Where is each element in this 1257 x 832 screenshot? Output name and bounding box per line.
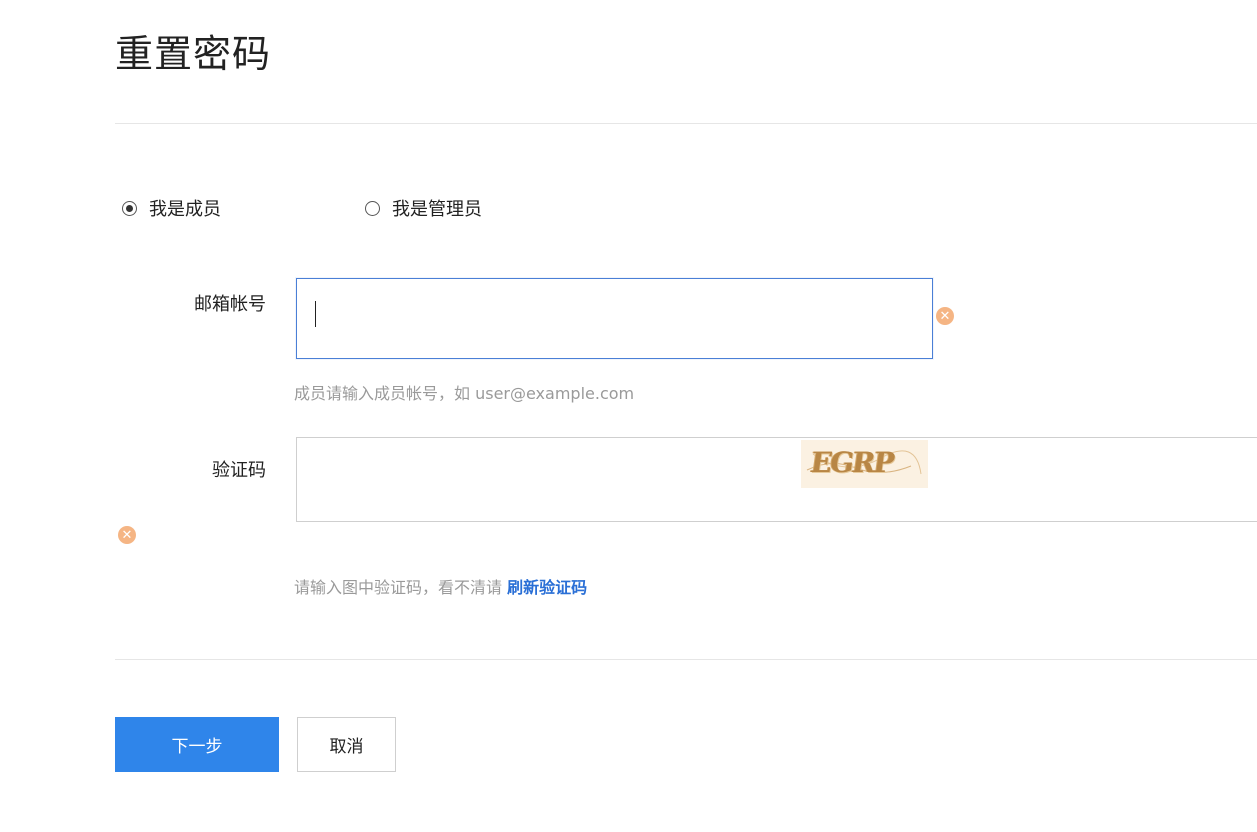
- captcha-hint: 请输入图中验证码，看不清请 刷新验证码: [294, 574, 587, 598]
- email-label: 邮箱帐号: [194, 294, 266, 315]
- page-title: 重置密码: [115, 32, 272, 76]
- email-clear-icon[interactable]: ✕: [936, 307, 954, 325]
- role-admin-radio[interactable]: [365, 200, 380, 216]
- captcha-field[interactable]: [296, 437, 1257, 522]
- role-member-label: 我是成员: [149, 199, 221, 220]
- role-admin-option[interactable]: 我是管理员: [365, 194, 482, 222]
- role-admin-label: 我是管理员: [392, 199, 482, 220]
- actions-divider: [115, 659, 1257, 660]
- captcha-hint-text: 请输入图中验证码，看不清请: [294, 578, 508, 597]
- captcha-image[interactable]: EGRP: [801, 440, 928, 488]
- text-caret: [315, 301, 316, 327]
- reset-password-page: 重置密码 我是成员 我是管理员 邮箱帐号 ✕ 成员请输入成员帐号，如 user@…: [0, 0, 1257, 832]
- captcha-image-text: EGRP: [808, 446, 895, 479]
- refresh-captcha-link[interactable]: 刷新验证码: [507, 578, 587, 597]
- email-field[interactable]: [296, 278, 933, 359]
- role-member-option[interactable]: 我是成员: [122, 194, 221, 222]
- captcha-clear-icon[interactable]: ✕: [118, 526, 136, 544]
- email-hint: 成员请输入成员帐号，如 user@example.com: [294, 384, 635, 403]
- cancel-button[interactable]: 取消: [297, 717, 396, 772]
- captcha-label: 验证码: [212, 460, 266, 481]
- next-button[interactable]: 下一步: [115, 717, 279, 772]
- title-divider: [115, 123, 1257, 124]
- role-member-radio[interactable]: [122, 200, 137, 216]
